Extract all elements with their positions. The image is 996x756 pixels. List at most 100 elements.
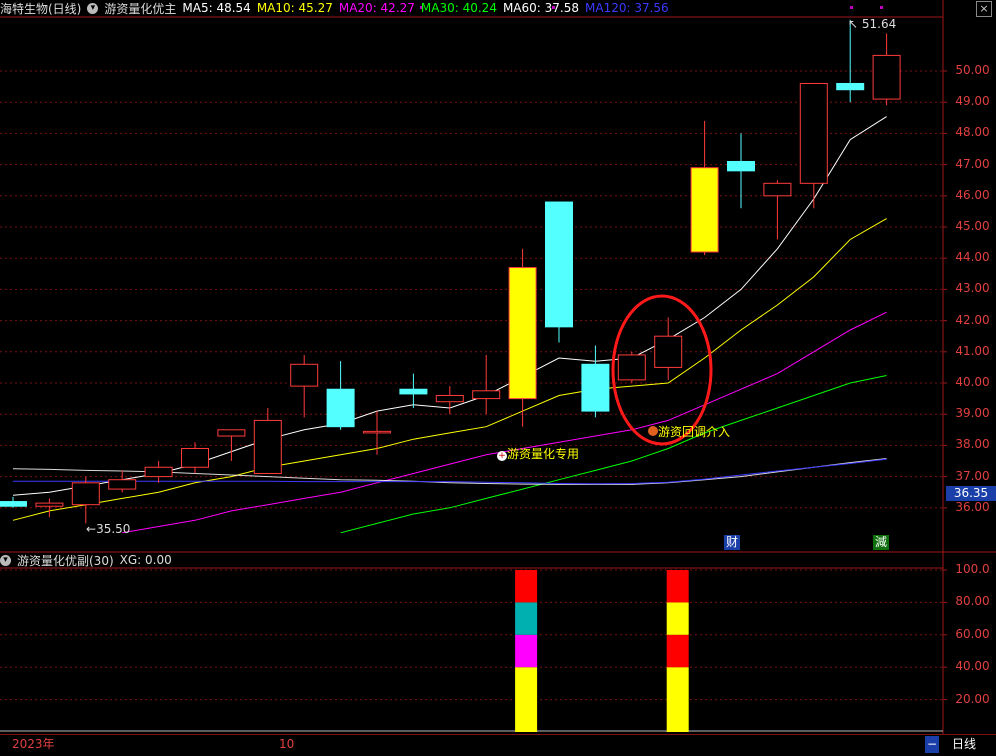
candle-body — [581, 363, 610, 412]
candle-body — [617, 354, 646, 381]
candle-body — [0, 501, 27, 507]
sub-tick-label: 20.00 — [955, 691, 990, 706]
indicator-name[interactable]: 游资量化优主 — [104, 0, 176, 17]
price-tick-label: 43.00 — [955, 281, 990, 296]
year-label: 2023年 — [12, 737, 55, 751]
price-tick-label: 46.00 — [955, 187, 990, 202]
candle — [144, 461, 173, 483]
candle-body — [253, 419, 282, 474]
candle — [690, 120, 719, 256]
month-label: 10 — [279, 737, 295, 751]
sub-tick-label: 80.00 — [955, 594, 990, 609]
jian-marker[interactable]: 減 — [873, 535, 890, 550]
candle — [363, 411, 391, 455]
candle — [0, 496, 27, 508]
candle — [35, 498, 64, 518]
sub-tick-label: 60.00 — [955, 626, 990, 641]
sub-header: ▾ 游资量化优副(30) XG: 0.00 — [0, 552, 178, 568]
ma-legend: MA5: 48.54 MA10: 45.27 MA20: 42.27 MA30: 40… — [182, 1, 674, 15]
candle-body — [144, 466, 173, 478]
ma-legend-item: MA10: 45.27 — [256, 1, 333, 15]
price-tick-label: 38.00 — [955, 437, 990, 452]
candle — [508, 248, 537, 427]
candle — [399, 373, 428, 408]
candle — [181, 442, 209, 474]
candle — [108, 470, 137, 493]
candle — [472, 354, 501, 415]
candle-body — [799, 82, 828, 184]
price-tick-label: 36.00 — [955, 499, 990, 514]
high-arrow-icon: ↖ — [848, 17, 859, 31]
ma-legend-item: MA120: 37.56 — [585, 1, 669, 15]
current-price-tag: 36.35 — [946, 486, 996, 501]
candle-body — [654, 335, 683, 368]
signal-label-2: 游资回调介入 — [648, 423, 730, 440]
candle-body — [363, 430, 391, 434]
candle-body — [727, 160, 755, 172]
badge-icon — [648, 426, 658, 436]
plus-circle-icon: + — [497, 451, 507, 461]
price-tick-label: 45.00 — [955, 219, 990, 233]
period-tab[interactable]: 日线 — [952, 736, 976, 753]
ma-line-ma60 — [12, 458, 887, 485]
sub-bar-segment — [515, 634, 538, 668]
ma-line-ma30 — [340, 375, 887, 534]
dropdown-icon[interactable]: ▾ — [0, 554, 11, 566]
sub-bar-segment — [666, 602, 689, 635]
price-tick-label: 44.00 — [955, 250, 990, 265]
dropdown-icon[interactable]: ▾ — [87, 2, 99, 14]
candle — [253, 407, 282, 474]
main-header: 海特生物(日线) ▾ 游资量化优主 MA5: 48.54 MA10: 45.27 M… — [0, 0, 681, 16]
sub-bar-segment — [666, 634, 689, 668]
candle-body — [508, 267, 537, 400]
time-axis-bar — [0, 734, 996, 756]
candle — [654, 317, 683, 380]
sub-bar-segment — [515, 667, 538, 732]
ma-line-ma20 — [122, 311, 887, 534]
candle-body — [399, 388, 428, 395]
candle — [617, 351, 646, 383]
price-tick-label: 42.00 — [955, 312, 990, 327]
candle-body — [836, 82, 865, 91]
sub-tick-label: 100.0 — [955, 562, 990, 576]
ma-line-ma5 — [12, 116, 887, 496]
candle — [836, 19, 865, 103]
candle-body — [763, 182, 792, 197]
candle-body — [690, 167, 719, 253]
sub-bar-segment — [515, 602, 538, 635]
candle — [326, 361, 355, 430]
candle-body — [35, 502, 64, 507]
candle-body — [108, 479, 137, 490]
candle — [71, 476, 100, 524]
sub-bar-segment — [666, 570, 689, 603]
signal-label-1: +游资量化专用 — [497, 447, 580, 461]
low-arrow-icon: ← — [86, 522, 97, 536]
candle — [581, 345, 610, 418]
ma-legend-item: MA30: 40.24 — [420, 1, 497, 15]
ma-legend-item: MA60: 37.58 — [502, 1, 579, 15]
minus-button[interactable]: − — [925, 736, 939, 753]
price-tick-label: 48.00 — [955, 125, 990, 140]
top-dot — [880, 6, 883, 9]
candle-body — [181, 448, 209, 468]
candle — [763, 180, 792, 240]
price-tick-label: 47.00 — [955, 156, 990, 171]
candle-body — [326, 388, 355, 428]
candle-body — [290, 363, 319, 387]
sub-bar-segment — [666, 667, 689, 732]
price-chart[interactable] — [0, 0, 996, 552]
sub-tick-label: 40.00 — [955, 659, 990, 674]
sub-indicator-name[interactable]: 游资量化优副(30) — [17, 552, 114, 569]
close-icon[interactable]: × — [976, 1, 992, 17]
candle-body — [872, 54, 901, 100]
cai-marker[interactable]: 财 — [724, 535, 741, 550]
xg-value: XG: 0.00 — [119, 553, 172, 567]
candle-body — [545, 201, 573, 328]
stock-title: 海特生物(日线) — [0, 1, 82, 16]
top-dot — [850, 6, 853, 9]
candle — [290, 354, 319, 418]
price-tick-label: 37.00 — [955, 468, 990, 483]
sub-bar-segment — [515, 570, 538, 603]
candle — [799, 82, 828, 209]
price-tick-label: 50.00 — [955, 63, 990, 77]
